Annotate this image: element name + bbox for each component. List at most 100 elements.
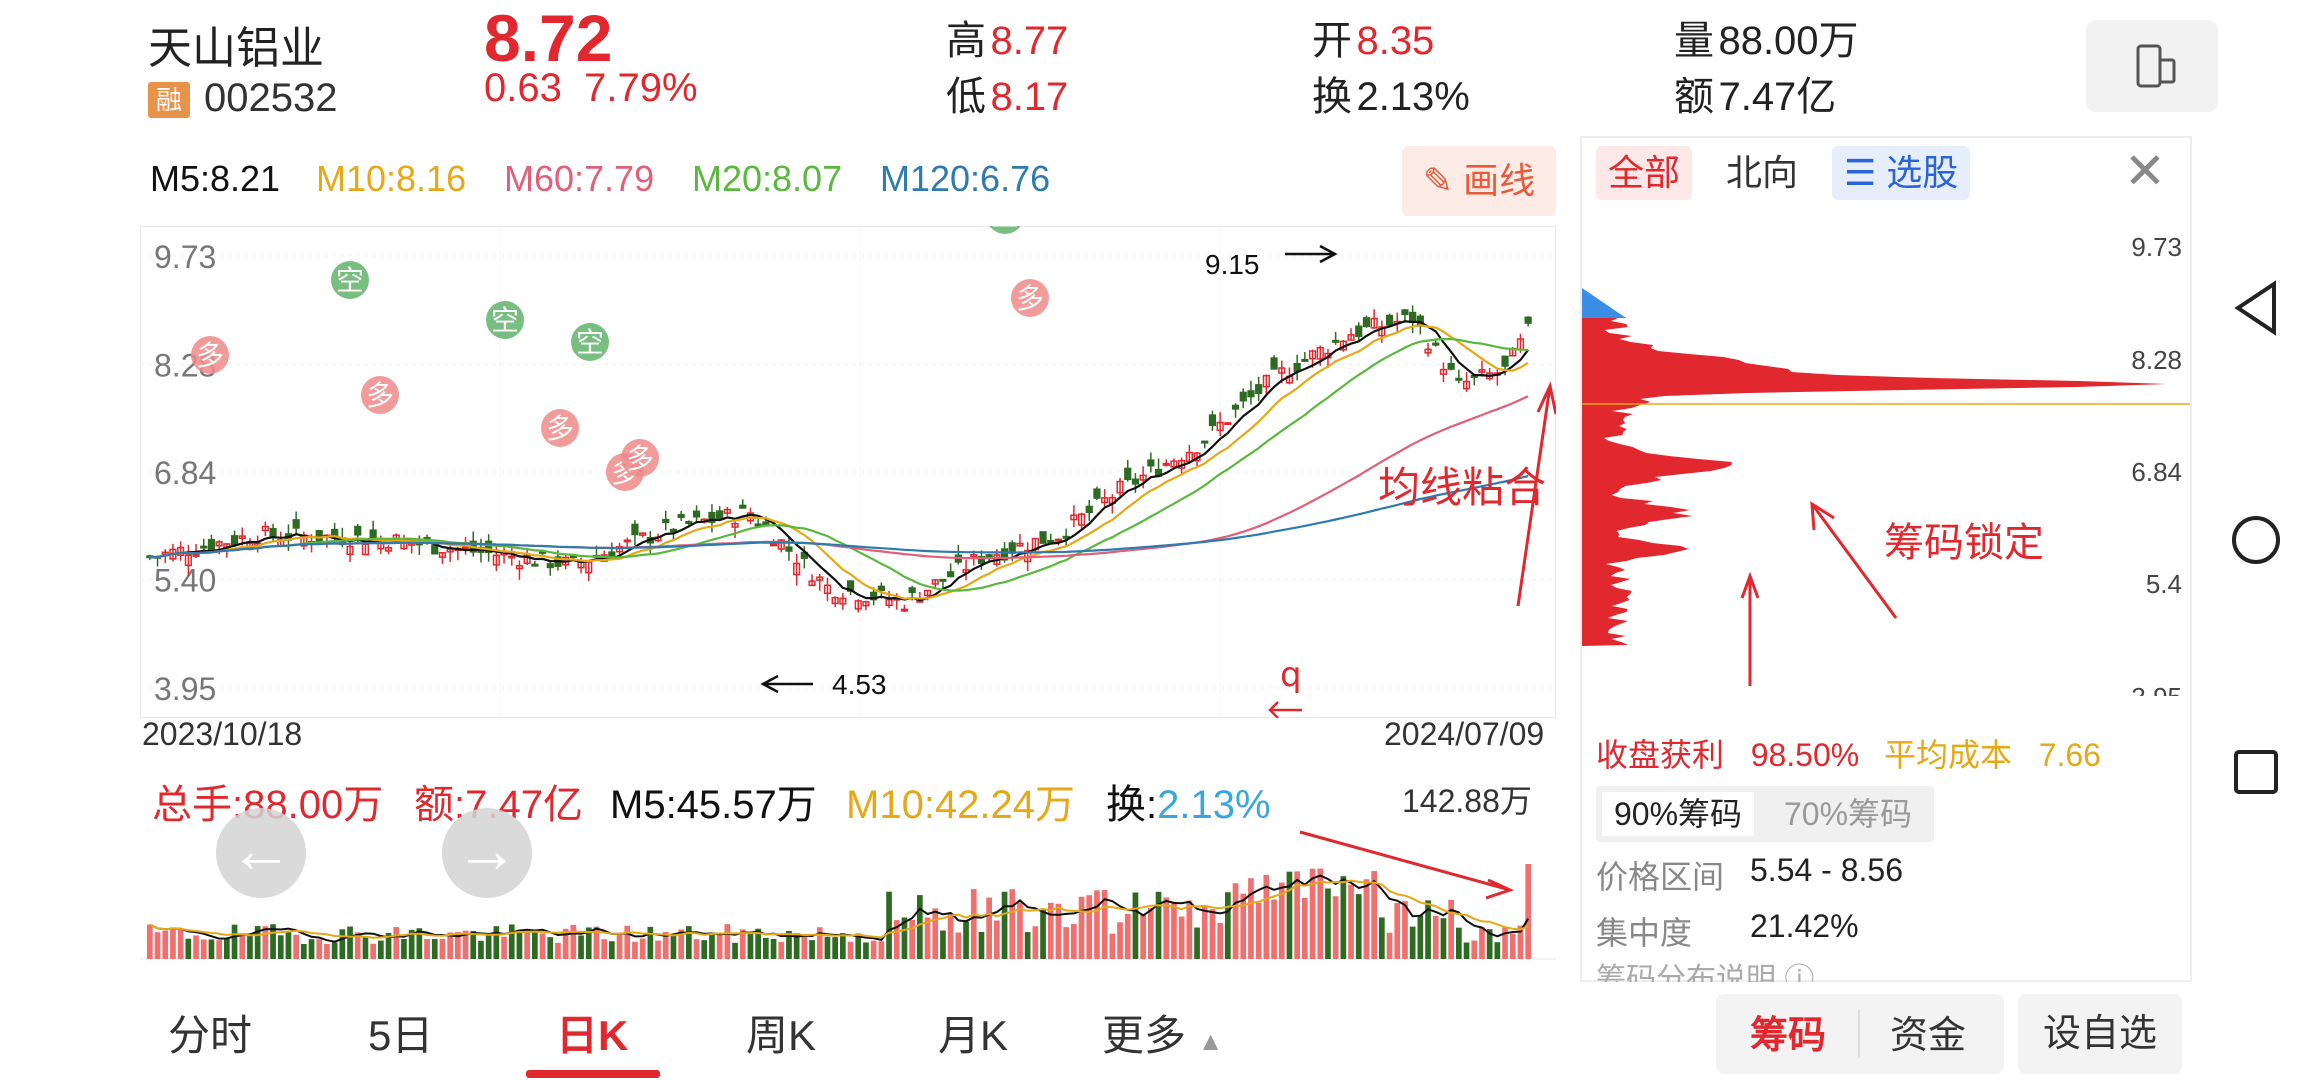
scroll-right-button[interactable]: → <box>442 808 532 898</box>
active-tab-indicator <box>526 1070 660 1078</box>
volume-bar <box>508 924 515 959</box>
volume-bar <box>493 926 500 959</box>
ma120-line <box>149 474 1529 559</box>
volume-bar <box>324 943 330 959</box>
volume-bar <box>532 929 538 959</box>
volume-bar <box>1240 893 1247 959</box>
volume-bar <box>247 935 253 959</box>
tab-intraday[interactable]: 分时 <box>168 1002 252 1063</box>
volume-bar <box>185 938 192 959</box>
candle-body <box>1039 531 1047 544</box>
landscape-toggle-button[interactable] <box>2086 20 2218 112</box>
add-watchlist-button[interactable]: 设自选 <box>2018 994 2182 1074</box>
volume-bar <box>378 940 384 959</box>
volume-bar <box>932 908 939 959</box>
draw-line-button[interactable]: ✎ 画线 <box>1402 146 1556 216</box>
volume-bar <box>693 939 700 959</box>
volume-bar <box>578 935 584 959</box>
volume-bar <box>393 927 400 959</box>
candle-body <box>908 587 916 594</box>
recent-apps-icon[interactable] <box>2230 746 2284 800</box>
tab-5day[interactable]: 5日 <box>368 1002 433 1063</box>
ma60-label: M60:7.79 <box>504 158 655 199</box>
volume-max: 142.88万 <box>1402 783 1532 819</box>
chip-profile <box>1582 318 2166 646</box>
volume-bar <box>1040 909 1046 959</box>
back-icon[interactable] <box>2230 278 2284 338</box>
volume-bar <box>316 939 323 959</box>
chart-end-date: 2024/07/09 <box>1384 716 1545 752</box>
chip-tab-north[interactable]: 北向 <box>1714 146 1810 200</box>
sell-signal-text: 空 <box>991 226 1019 232</box>
volume-bar <box>147 924 153 959</box>
candle-body <box>1447 362 1455 370</box>
volume-bar <box>670 934 677 959</box>
volume-bar <box>917 895 923 959</box>
volume-bar <box>955 932 962 959</box>
buy-signal-text: 多 <box>196 339 224 372</box>
tab-daily-k[interactable]: 日K <box>556 1002 628 1063</box>
sell-signal-text: 空 <box>576 326 604 359</box>
tab-more[interactable]: 更多 ▲ <box>1102 1002 1223 1063</box>
chip-tick-label: 8.28 <box>2131 345 2182 375</box>
chip-90-tab[interactable]: 90%筹码 <box>1602 792 1755 836</box>
close-icon[interactable]: ✕ <box>2124 144 2166 198</box>
candle-body <box>1201 440 1209 444</box>
tab-weekly-k[interactable]: 周K <box>746 1002 816 1063</box>
chip-segment-button[interactable]: 筹码 <box>1750 1004 1826 1059</box>
fund-segment-button[interactable]: 资金 <box>1890 1004 1966 1059</box>
current-price: 8.72 <box>484 1 613 75</box>
y-tick-label: 5.40 <box>154 563 216 599</box>
volume-bar <box>1394 903 1401 959</box>
volume-bar <box>886 891 892 959</box>
candle-body <box>939 578 947 582</box>
volume-bar <box>516 929 523 959</box>
chip-tab-pick[interactable]: ☰ 选股 <box>1832 146 1971 200</box>
chip-tick-label: 9.73 <box>2131 232 2182 262</box>
volume-bar <box>547 937 554 959</box>
volume-bar <box>1432 915 1439 959</box>
volume-bar <box>1402 901 1408 959</box>
list-icon: ☰ <box>1844 152 1877 193</box>
scroll-left-button[interactable]: ← <box>216 808 306 898</box>
volume-bar <box>909 919 915 959</box>
volume-bar <box>632 941 638 959</box>
candle-body <box>769 543 778 547</box>
candle-body <box>531 563 539 567</box>
volume-bar <box>193 935 199 959</box>
volume-bar <box>1348 884 1354 959</box>
y-tick-label: 3.95 <box>154 671 216 707</box>
volume-bar <box>208 939 215 959</box>
kline-chart[interactable]: 9.738.286.845.403.95多多多多多多多多多空空空空空空9.154… <box>140 226 1556 718</box>
change-percent: 7.79% <box>584 66 698 110</box>
volume-chart[interactable] <box>140 820 1556 960</box>
home-icon[interactable] <box>2230 512 2284 568</box>
chip-tick-label: 5.4 <box>2146 569 2182 599</box>
chip-70-tab[interactable]: 70%筹码 <box>1772 792 1924 836</box>
candle-body <box>546 563 554 569</box>
buy-signal-text: 多 <box>546 412 574 445</box>
high-arrow <box>1285 244 1338 264</box>
tab-monthly-k[interactable]: 月K <box>938 1002 1008 1063</box>
ma10-line <box>149 324 1529 600</box>
candle-body <box>1255 384 1263 394</box>
candle-body <box>785 546 793 552</box>
volume-bar <box>1309 868 1316 959</box>
volume-bar <box>177 928 184 959</box>
candle-body <box>1401 309 1409 316</box>
candle-body <box>947 571 955 578</box>
volume-annotation-arrow <box>1299 830 1515 900</box>
candle-body <box>1208 414 1217 427</box>
candle-body <box>292 519 300 529</box>
candle-body <box>669 528 678 533</box>
volume-bar <box>1194 927 1200 959</box>
ma120-label: M120:6.76 <box>880 158 1051 199</box>
volume-bar <box>840 933 846 959</box>
volume-bar <box>1124 913 1131 959</box>
chip-tab-all[interactable]: 全部 <box>1596 146 1693 200</box>
chip-explain-link[interactable]: 筹码分布说明 ⓘ <box>1596 962 1814 982</box>
chip-lock-annotation: 筹码锁定 <box>1884 520 2044 566</box>
volume-bar <box>647 926 654 959</box>
volume-bar <box>1186 900 1193 959</box>
volume-bar <box>277 935 284 959</box>
